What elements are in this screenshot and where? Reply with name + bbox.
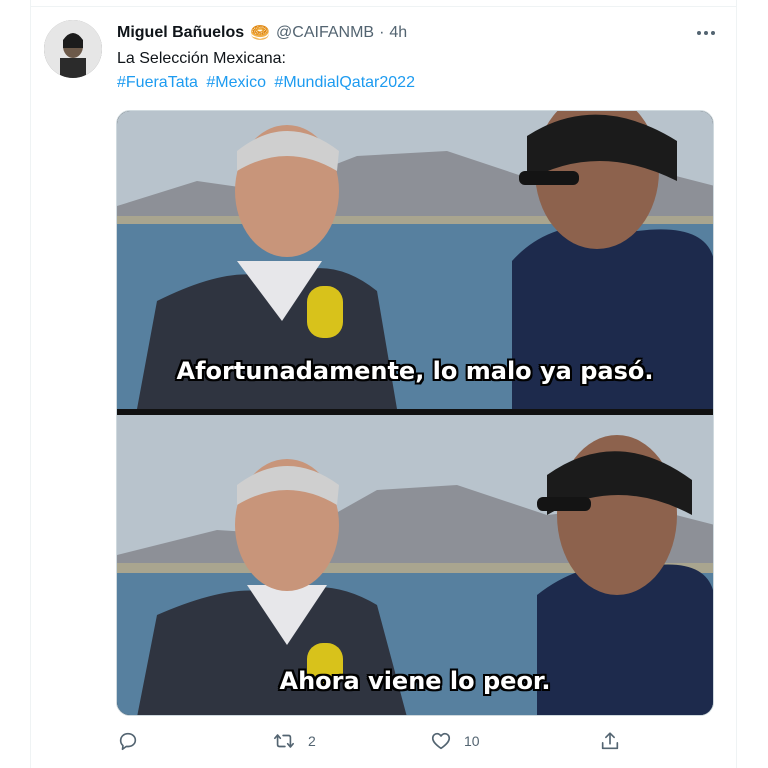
share-button[interactable] xyxy=(599,730,633,752)
like-button[interactable]: 10 xyxy=(430,730,480,752)
hashtag-link[interactable]: #Mexico xyxy=(206,74,266,91)
author-emoji: 🥯 xyxy=(250,25,271,42)
meme-panel-bottom: Ahora viene lo peor. xyxy=(117,415,713,715)
tweet-media[interactable]: Afortunadamente, lo malo ya pasó. Ahora … xyxy=(116,110,714,716)
retweet-icon xyxy=(274,734,294,748)
tweet-header: Miguel Bañuelos 🥯 @CAIFANMB · 4h xyxy=(117,22,407,44)
tweet-timestamp[interactable]: 4h xyxy=(389,24,407,42)
heart-icon xyxy=(431,732,451,750)
retweet-count: 2 xyxy=(308,733,316,749)
avatar[interactable] xyxy=(44,20,102,78)
share-icon xyxy=(601,732,619,750)
meme-panel-top: Afortunadamente, lo malo ya pasó. xyxy=(117,111,713,409)
author-name[interactable]: Miguel Bañuelos xyxy=(117,24,244,42)
more-horizontal-icon xyxy=(697,31,715,35)
hashtag-link[interactable]: #FueraTata xyxy=(117,74,198,91)
more-options-button[interactable] xyxy=(694,22,718,44)
hashtag-list: #FueraTata #Mexico #MundialQatar2022 xyxy=(117,72,419,94)
tweet-text: La Selección Mexicana: xyxy=(117,50,286,67)
author-handle[interactable]: @CAIFANMB xyxy=(276,24,374,42)
like-count: 10 xyxy=(464,733,480,749)
hashtag-link[interactable]: #MundialQatar2022 xyxy=(274,74,415,91)
reply-button[interactable] xyxy=(117,730,151,752)
timeline-border-left xyxy=(30,0,31,768)
separator-dot: · xyxy=(379,24,385,41)
tweet-divider xyxy=(30,6,737,7)
meme-caption-bottom: Ahora viene lo peor. xyxy=(279,667,551,695)
meme-caption-top: Afortunadamente, lo malo ya pasó. xyxy=(176,357,654,385)
avatar-image xyxy=(44,20,102,78)
reply-icon xyxy=(119,732,137,751)
retweet-button[interactable]: 2 xyxy=(272,730,316,752)
timeline-border-right xyxy=(736,0,737,768)
tweet-actions: 2 10 xyxy=(117,730,619,758)
